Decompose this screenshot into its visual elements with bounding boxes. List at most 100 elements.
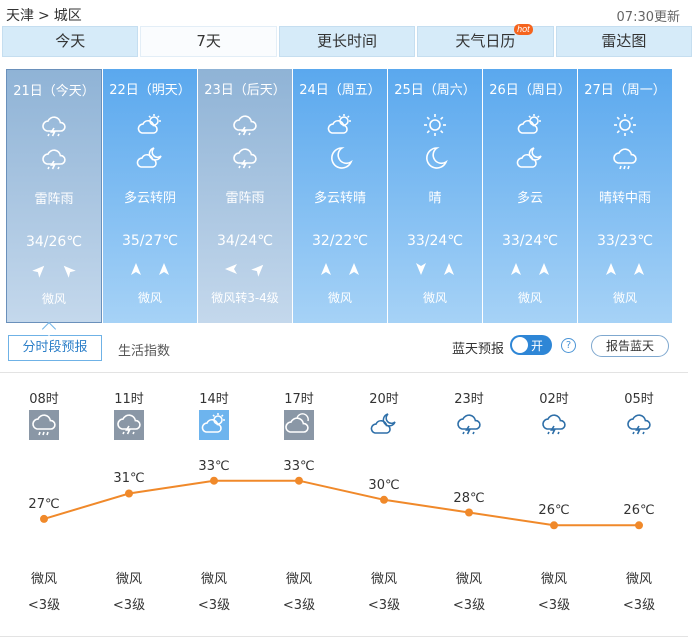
temperature-label: 31℃: [113, 471, 145, 487]
blue-sky-label: 蓝天预报: [452, 342, 505, 357]
wind-direction-icon: [388, 262, 482, 276]
day-wind: 微风转3-4级: [211, 291, 279, 305]
day-weather: 雷阵雨: [225, 191, 265, 206]
temperature-label: 28℃: [453, 490, 485, 506]
day-weather: 雷阵雨: [34, 192, 74, 207]
breadcrumb-district: 城区: [53, 8, 82, 24]
day-column[interactable]: 25日（周六） 晴 33/24℃ 微风: [388, 69, 482, 323]
moon-icon: [388, 144, 482, 170]
hourly-forecast: 08时 微风 <3级 11时 微风 <3级 14时 微风 <3级 17时 微风 <3级 20时 微风 <3级…: [0, 378, 694, 638]
day-temperature: 34/24℃: [216, 233, 274, 249]
temperature-point: [465, 508, 473, 517]
day-column[interactable]: 21日（今天） 雷阵雨 34/26℃ 微风: [6, 69, 102, 323]
day-wind: 微风: [137, 291, 162, 305]
temperature-label: 27℃: [28, 496, 60, 512]
sub-bar: 分时段预报 生活指数 蓝天预报 开 ? 报告蓝天: [0, 330, 694, 366]
moon-icon: [293, 144, 387, 170]
temperature-point: [550, 521, 558, 530]
temperature-point: [210, 476, 218, 485]
tab-label: 7天: [196, 32, 221, 50]
thunderstorm-icon: [7, 112, 101, 138]
thunderstorm-icon: [198, 111, 292, 137]
day-column[interactable]: 26日（周日） 多云 33/24℃ 微风: [483, 69, 577, 323]
toggle-knob: [512, 337, 528, 353]
blue-sky-toggle[interactable]: 开: [510, 335, 552, 355]
toggle-label: 开: [531, 339, 544, 353]
day-wind: 微风: [517, 291, 542, 305]
day-name: 21日（今天）: [13, 84, 95, 99]
temperature-point: [40, 514, 48, 523]
day-name: 24日（周五）: [299, 83, 381, 98]
day-column[interactable]: 22日（明天） 多云转阴 35/27℃ 微风: [103, 69, 197, 323]
seven-day-forecast: 21日（今天） 雷阵雨 34/26℃ 微风 22日（明天） 多云转阴 35/27℃ 微风 23日…: [6, 69, 672, 323]
tab-longer[interactable]: 更长时间: [278, 26, 416, 57]
thunderstorm-icon: [7, 145, 101, 171]
tab-today[interactable]: 今天: [2, 26, 139, 57]
temperature-label: 33℃: [198, 458, 230, 474]
breadcrumb: 天津 > 城区: [6, 5, 82, 25]
temperature-point: [295, 476, 303, 485]
temperature-curve: [40, 476, 643, 530]
day-temperature: 32/22℃: [311, 233, 369, 249]
tab-bar: 今天 7天 更长时间 天气日历 hot 雷达图: [2, 24, 693, 57]
report-blue-sky-button[interactable]: 报告蓝天: [591, 335, 669, 357]
day-temperature: 35/27℃: [121, 233, 179, 249]
partly-cloudy-icon: [483, 111, 577, 137]
day-weather: 多云转晴: [313, 191, 366, 206]
day-name: 26日（周日）: [489, 83, 571, 98]
wind-direction-icon: [578, 262, 672, 276]
cloudy-night-icon: [103, 144, 197, 170]
partly-cloudy-icon: [293, 111, 387, 137]
day-temperature: 33/23℃: [596, 233, 654, 249]
day-column[interactable]: 27日（周一） 晴转中雨 33/23℃ 微风: [578, 69, 672, 323]
hot-badge: hot: [514, 24, 533, 35]
day-temperature: 33/24℃: [501, 233, 559, 249]
day-wind: 微风: [612, 291, 637, 305]
tab-hourly-label: 分时段预报: [22, 340, 88, 355]
breadcrumb-city[interactable]: 天津: [6, 8, 34, 24]
temperature-label: 26℃: [623, 503, 655, 519]
temperature-label: 33℃: [283, 458, 315, 474]
update-time: 07:30更新: [616, 10, 680, 25]
temperature-point: [380, 495, 388, 504]
temperature-point: [125, 489, 133, 498]
tab-calendar[interactable]: 天气日历 hot: [417, 24, 554, 57]
day-name: 23日（后天）: [204, 83, 286, 98]
rain-icon: [578, 144, 672, 170]
divider: [0, 372, 688, 373]
day-wind: 微风: [422, 291, 447, 305]
day-weather: 多云转阴: [123, 191, 176, 206]
day-name: 22日（明天）: [109, 83, 191, 98]
tab-hourly-forecast[interactable]: 分时段预报: [8, 335, 102, 361]
temperature-label: 30℃: [368, 477, 400, 493]
day-wind: 微风: [41, 292, 66, 306]
day-name: 27日（周一）: [584, 83, 666, 98]
wind-direction-icon: [483, 262, 577, 276]
partly-cloudy-icon: [103, 111, 197, 137]
wind-direction-icon: [198, 262, 292, 277]
temperature-point: [635, 521, 643, 530]
help-icon[interactable]: ?: [561, 338, 576, 353]
sun-icon: [388, 111, 482, 137]
breadcrumb-separator: >: [38, 8, 50, 24]
temperature-label: 26℃: [538, 503, 570, 519]
tab-living-index[interactable]: 生活指数: [118, 340, 170, 359]
sun-icon: [578, 111, 672, 137]
bottom-divider: [0, 636, 688, 637]
day-column[interactable]: 24日（周五） 多云转晴 32/22℃ 微风: [293, 69, 387, 323]
wind-direction-icon: [103, 262, 197, 276]
day-temperature: 33/24℃: [406, 233, 464, 249]
tab-label: 今天: [55, 32, 86, 50]
tab-label: 更长时间: [317, 32, 378, 50]
day-temperature: 34/26℃: [25, 234, 83, 250]
day-weather: 多云: [516, 191, 543, 206]
tab-label: 雷达图: [601, 32, 647, 50]
day-name: 25日（周六）: [394, 83, 476, 98]
tab-label: 天气日历: [455, 32, 516, 50]
top-bar: 天津 > 城区 07:30更新: [0, 0, 694, 26]
day-column[interactable]: 23日（后天） 雷阵雨 34/24℃ 微风转3-4级: [198, 69, 292, 323]
cloudy-night-icon: [483, 144, 577, 170]
day-weather: 晴: [428, 191, 442, 206]
tab-7days[interactable]: 7天: [140, 26, 277, 57]
tab-radar[interactable]: 雷达图: [555, 26, 693, 57]
